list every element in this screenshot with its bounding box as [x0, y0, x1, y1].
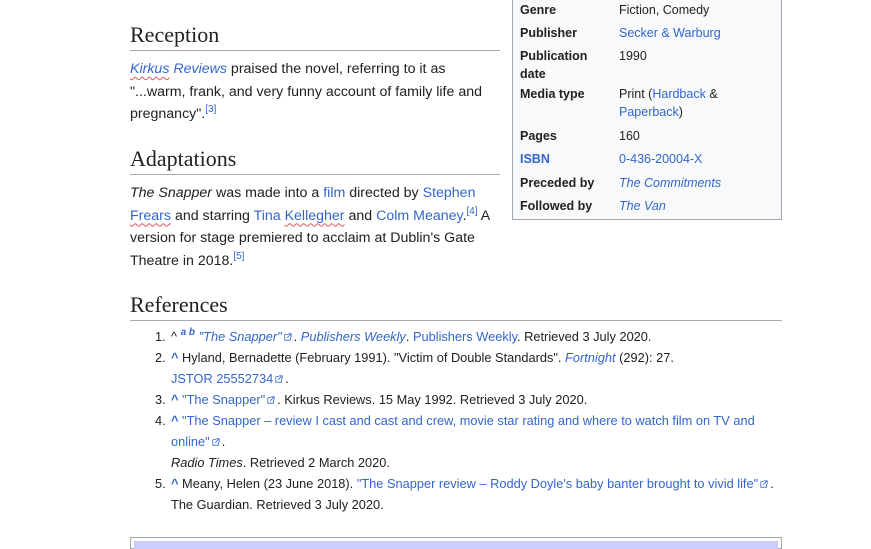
navbox [130, 537, 782, 549]
publisher-link[interactable]: Secker & Warburg [619, 24, 777, 42]
ref-number: 4. [155, 413, 166, 428]
media-mid: & [705, 87, 718, 101]
ref-number: 2. [155, 350, 166, 365]
reception-paragraph: Kirkus Reviews praised the novel, referr… [130, 58, 495, 126]
reference-item: 5. ^ Meany, Helen (23 June 2018). "The S… [155, 473, 781, 515]
stephen-frears-link-2[interactable]: Frears [130, 208, 171, 224]
reference-item: 1. ^ a b "The Snapper". Publishers Weekl… [155, 326, 781, 347]
ref-number: 3. [155, 392, 166, 407]
infobox: Genre Fiction, Comedy Publisher Secker &… [512, 0, 782, 220]
kirkus-link[interactable]: Kirkus [130, 61, 169, 77]
ref-text: . Retrieved 3 July 2020. [517, 329, 652, 344]
caret-backlink[interactable]: ^ [171, 413, 178, 428]
infobox-label: Media type [520, 87, 585, 101]
ref-number: 5. [155, 476, 166, 491]
infobox-label: Pages [520, 129, 557, 143]
hardback-link[interactable]: Hardback [652, 87, 706, 101]
text: directed by [345, 185, 423, 201]
text: and starring [171, 207, 254, 224]
infobox-value: Fiction, Comedy [619, 3, 710, 17]
external-link-icon [760, 480, 768, 488]
references-list: 1. ^ a b "The Snapper". Publishers Weekl… [155, 326, 781, 515]
preceded-by-link[interactable]: The Commitments [619, 174, 777, 192]
external-link-icon [267, 396, 275, 404]
backlink-ab[interactable]: a b [181, 327, 195, 338]
navbox-header [134, 541, 778, 549]
infobox-label: Preceded by [520, 176, 595, 190]
radio-times-italic: Radio Times [171, 455, 243, 470]
jstor-link[interactable]: JSTOR 25552734 [171, 371, 273, 386]
tina-kellegher-link-2[interactable]: Kellegher [285, 208, 345, 224]
isbn-link[interactable]: 0-436-20004-X [619, 150, 777, 168]
stephen-frears-link[interactable]: Stephen [423, 185, 476, 201]
external-link-icon [275, 375, 283, 383]
film-link[interactable]: film [323, 185, 345, 201]
colm-meaney-link[interactable]: Colm Meaney [376, 208, 462, 224]
paperback-link[interactable]: Paperback [619, 105, 679, 119]
citation-5-link[interactable]: [5] [233, 251, 244, 262]
title-italic: The Snapper [130, 185, 213, 201]
publishers-weekly-link[interactable]: Publishers Weekly [301, 329, 406, 344]
infobox-label: Followed by [520, 199, 593, 213]
external-link-icon [212, 438, 220, 446]
ref-link[interactable]: "The Snapper" [199, 329, 282, 344]
citation-3-link[interactable]: [3] [205, 104, 216, 115]
publishers-weekly-link-2[interactable]: Publishers Weekly [413, 329, 517, 344]
ref-number: 1. [155, 329, 166, 344]
caret: ^ [171, 329, 178, 344]
adaptations-heading: Adaptations [130, 145, 500, 175]
infobox-label: Genre [520, 3, 557, 17]
ref-text: The Guardian. Retrieved 3 July 2020. [171, 497, 384, 512]
followed-by-link[interactable]: The Van [619, 197, 777, 215]
reference-item: 4. ^ "The Snapper – review I cast and ca… [155, 410, 781, 473]
adaptations-paragraph: The Snapper was made into a film directe… [130, 182, 495, 272]
ref-text: . Retrieved 2 March 2020. [242, 455, 390, 470]
ref-link[interactable]: "The Snapper" [182, 392, 265, 407]
media-suffix: ) [678, 105, 683, 119]
external-link-icon [284, 333, 292, 341]
infobox-label: Publication date [520, 49, 588, 81]
caret-backlink[interactable]: ^ [171, 392, 178, 407]
ref-link[interactable]: "The Snapper review – Roddy Doyle's baby… [357, 476, 758, 491]
text: and [344, 207, 377, 224]
ref-text: Meany, Helen (23 June 2018). [178, 476, 357, 491]
ref-text: Hyland, Bernadette (February 1991). "Vic… [178, 350, 566, 365]
tina-kellegher-link[interactable]: Tina [254, 208, 285, 224]
fortnight-link[interactable]: Fortnight [565, 350, 616, 365]
infobox-value: 1990 [619, 49, 647, 63]
infobox-value: Print (Hardback & Paperback) [619, 85, 777, 121]
media-prefix: Print ( [619, 87, 653, 101]
ref-text: (292): 27. [615, 350, 674, 365]
reference-item: 2. ^ Hyland, Bernadette (February 1991).… [155, 347, 781, 389]
isbn-label-link[interactable]: ISBN [520, 150, 612, 168]
reference-item: 3. ^ "The Snapper" . Kirkus Reviews. 15 M… [155, 389, 781, 410]
reviews-link[interactable]: Reviews [169, 61, 227, 77]
ref-text: . Kirkus Reviews. 15 May 1992. Retrieved… [277, 392, 588, 407]
infobox-label: Publisher [520, 26, 577, 40]
reception-heading: Reception [130, 21, 500, 51]
citation-4-link[interactable]: [4] [467, 206, 478, 217]
references-heading: References [130, 291, 782, 321]
ref-link[interactable]: "The Snapper – review I cast and cast an… [171, 413, 755, 449]
infobox-value: 160 [619, 129, 640, 143]
text: was made into a [212, 185, 324, 201]
